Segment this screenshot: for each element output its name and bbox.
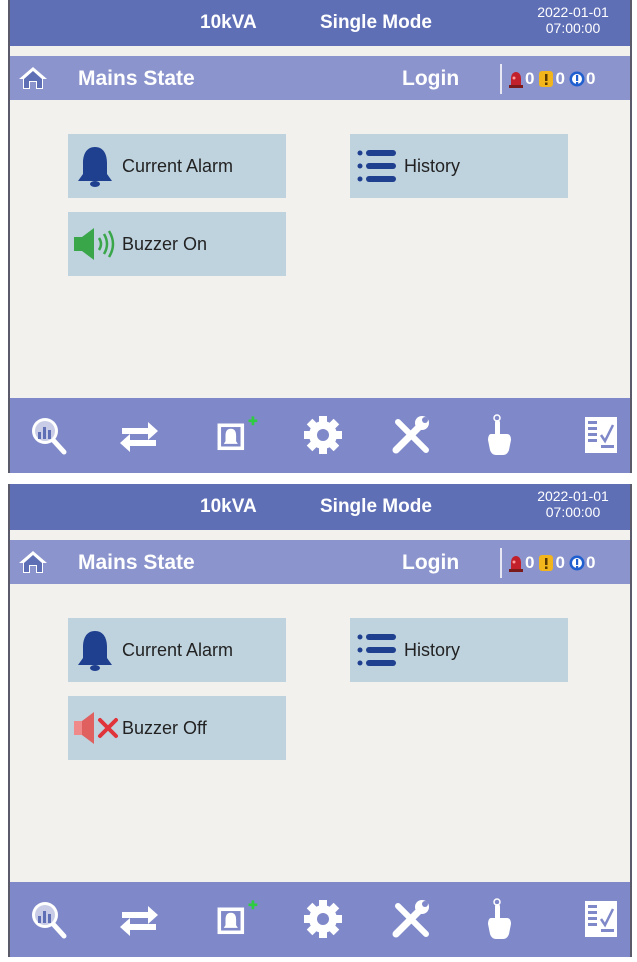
page-title: Mains State xyxy=(78,551,195,574)
critical-count: 0 xyxy=(525,69,535,88)
history-label: History xyxy=(404,639,461,660)
status-bar: 10kVA Single Mode 2022-01-01 07:00:00 xyxy=(10,484,630,530)
info-alarm-icon xyxy=(569,70,585,88)
alarm-add-icon[interactable] xyxy=(214,896,260,942)
time-label: 07:00:00 xyxy=(545,20,601,36)
bell-icon xyxy=(68,627,122,673)
warning-alarm-icon xyxy=(538,554,554,572)
gear-icon[interactable] xyxy=(300,896,346,942)
page-title: Mains State xyxy=(78,67,195,90)
home-icon[interactable] xyxy=(18,65,48,91)
critical-alarm-icon xyxy=(508,554,524,572)
title-divider xyxy=(500,64,502,94)
current-alarm-label: Current Alarm xyxy=(122,155,234,176)
alarm-counters[interactable]: 0 0 0 xyxy=(508,69,599,89)
title-bar: Mains State Login 0 0 0 xyxy=(10,540,630,584)
home-icon[interactable] xyxy=(18,549,48,575)
touch-icon[interactable] xyxy=(476,896,522,942)
warning-alarm-icon xyxy=(538,70,554,88)
warning-count: 0 xyxy=(555,553,565,572)
critical-count: 0 xyxy=(525,553,535,572)
ups-screen-buzzer-off: 10kVA Single Mode 2022-01-01 07:00:00 Ma… xyxy=(8,484,632,957)
gear-icon[interactable] xyxy=(300,412,346,458)
current-alarm-label: Current Alarm xyxy=(122,639,234,660)
critical-alarm-icon xyxy=(508,70,524,88)
alarm-counters[interactable]: 0 0 0 xyxy=(508,553,599,573)
buzzer-label: Buzzer On xyxy=(122,233,208,254)
speaker-on-icon xyxy=(68,221,122,267)
analysis-icon[interactable] xyxy=(26,412,72,458)
title-bar: Mains State Login 0 0 0 xyxy=(10,56,630,100)
report-icon[interactable] xyxy=(578,412,624,458)
buzzer-button[interactable]: Buzzer Off xyxy=(68,696,286,760)
tools-icon[interactable] xyxy=(388,896,434,942)
title-divider xyxy=(500,548,502,578)
login-button[interactable]: Login xyxy=(402,67,459,91)
report-icon[interactable] xyxy=(578,896,624,942)
speaker-muted-icon xyxy=(68,705,122,751)
clock: 2022-01-01 07:00:00 xyxy=(516,488,630,520)
alarm-add-icon[interactable] xyxy=(214,412,260,458)
history-label: History xyxy=(404,155,461,176)
history-button[interactable]: History xyxy=(350,618,568,682)
list-icon xyxy=(350,143,404,189)
buzzer-label: Buzzer Off xyxy=(122,717,207,738)
list-icon xyxy=(350,627,404,673)
info-count: 0 xyxy=(585,553,596,572)
bell-icon xyxy=(68,143,122,189)
time-label: 07:00:00 xyxy=(545,504,601,520)
capacity-label: 10kVA xyxy=(200,12,257,33)
ups-screen-buzzer-on: 10kVA Single Mode 2022-01-01 07:00:00 Ma… xyxy=(8,0,632,473)
bottom-toolbar xyxy=(10,398,630,473)
status-bar: 10kVA Single Mode 2022-01-01 07:00:00 xyxy=(10,0,630,46)
bottom-toolbar xyxy=(10,882,630,957)
touch-icon[interactable] xyxy=(476,412,522,458)
login-button[interactable]: Login xyxy=(402,551,459,575)
info-alarm-icon xyxy=(569,554,585,572)
mode-label: Single Mode xyxy=(320,496,432,517)
capacity-label: 10kVA xyxy=(200,496,257,517)
date-label: 2022-01-01 xyxy=(537,488,609,504)
info-count: 0 xyxy=(585,69,596,88)
date-label: 2022-01-01 xyxy=(537,4,609,20)
history-button[interactable]: History xyxy=(350,134,568,198)
warning-count: 0 xyxy=(555,69,565,88)
analysis-icon[interactable] xyxy=(26,896,72,942)
mode-label: Single Mode xyxy=(320,12,432,33)
clock: 2022-01-01 07:00:00 xyxy=(516,4,630,36)
buzzer-button[interactable]: Buzzer On xyxy=(68,212,286,276)
current-alarm-button[interactable]: Current Alarm xyxy=(68,618,286,682)
current-alarm-button[interactable]: Current Alarm xyxy=(68,134,286,198)
transfer-icon[interactable] xyxy=(116,896,162,942)
tools-icon[interactable] xyxy=(388,412,434,458)
transfer-icon[interactable] xyxy=(116,412,162,458)
